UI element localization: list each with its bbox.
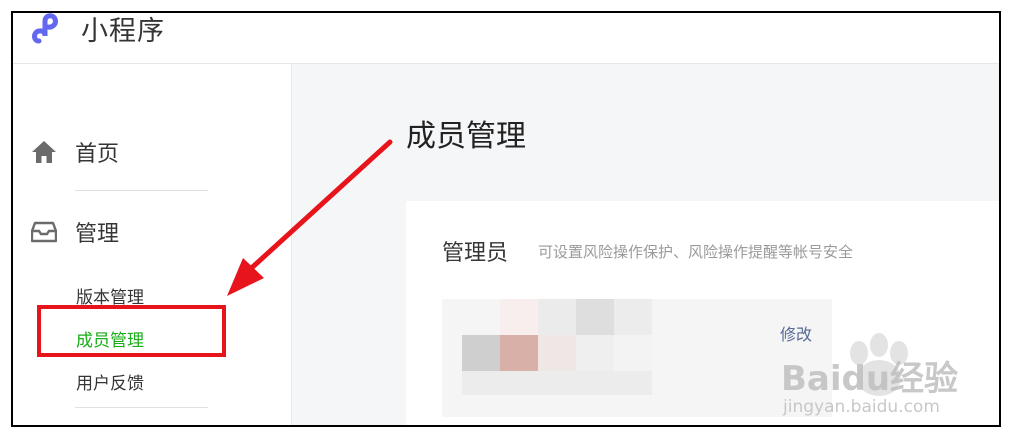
screenshot-frame: 小程序 首页 管理 版本管理 成员管理 用户反馈 成员管理 管理员 可设置风险操… (11, 11, 1001, 427)
watermark-brand: Baidu经验 (781, 359, 959, 399)
watermark-url: jingyan.baidu.com (783, 397, 940, 417)
